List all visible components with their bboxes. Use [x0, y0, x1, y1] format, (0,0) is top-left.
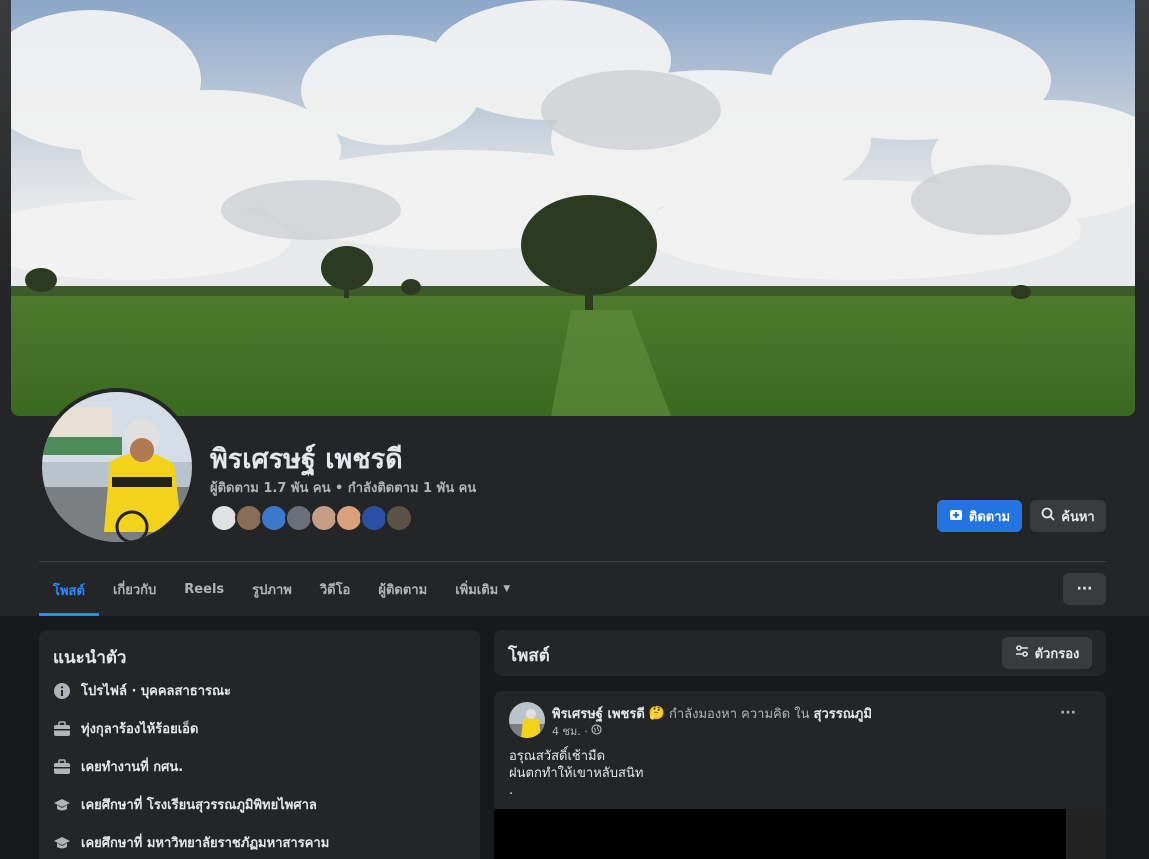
post-text-line: ฝนตกทำให้เขาหลับสนิท: [509, 766, 644, 781]
tab-more[interactable]: เพิ่มเติม ▼: [441, 568, 524, 610]
filter-button[interactable]: ตัวกรอง: [1002, 637, 1092, 669]
post-author-name[interactable]: พิรเศรษฐ์ เพชรดี: [552, 703, 645, 724]
search-button[interactable]: ค้นหา: [1030, 500, 1106, 532]
posts-title: โพสต์: [508, 646, 550, 666]
intro-item: เคยทำงานที่ กศน.: [53, 756, 183, 777]
briefcase-icon: [53, 720, 71, 738]
thinking-emoji-icon: 🤔: [648, 706, 665, 721]
globe-icon: [591, 724, 602, 738]
following-count-link[interactable]: กำลังติดตาม 1 พัน คน: [348, 481, 476, 496]
more-options-button[interactable]: ···: [1063, 573, 1106, 605]
follow-button-label: ติดตาม: [968, 509, 1011, 525]
filter-button-label: ตัวกรอง: [1034, 646, 1080, 662]
post-media[interactable]: [494, 809, 1106, 859]
intro-item-text: ทุ่งกุลาร้องไห้ร้อยเอ็ด: [81, 722, 199, 737]
intro-item-text: เคยทำงานที่ กศน.: [81, 760, 184, 775]
stats-separator: •: [335, 481, 344, 496]
post-text-line: .: [509, 783, 514, 798]
post-card: พิรเศรษฐ์ เพชรดี 🤔 กำลังมองหา ความคิด ใน…: [494, 691, 1106, 859]
header-divider: [39, 561, 1106, 562]
follower-avatar[interactable]: [285, 504, 313, 532]
follow-plus-icon: [949, 507, 963, 525]
intro-item: โปรไฟล์ · บุคคลสาธารณะ: [53, 680, 231, 701]
intro-item-text: เคยศึกษาที่ โรงเรียนสุวรรณภูมิพิทยไพศาล: [81, 798, 317, 813]
follower-avatar[interactable]: [235, 504, 263, 532]
graduation-cap-icon: [53, 796, 71, 814]
tab-posts[interactable]: โพสต์: [39, 568, 99, 616]
info-icon: [53, 682, 71, 700]
follower-avatar[interactable]: [360, 504, 388, 532]
post-feeling: กำลังมองหา ความคิด ใน: [668, 707, 810, 722]
tab-label: รูปภาพ: [252, 582, 292, 598]
tab-about[interactable]: เกี่ยวกับ: [99, 568, 170, 610]
intro-title: แนะนำตัว: [53, 648, 127, 668]
intro-item: เคยศึกษาที่ โรงเรียนสุวรรณภูมิพิทยไพศาล: [53, 794, 317, 815]
tab-label: วิดีโอ: [319, 582, 351, 598]
tab-label: เพิ่มเติม: [455, 582, 499, 598]
intro-card: แนะนำตัว โปรไฟล์ · บุคคลสาธารณะ ทุ่งกุลา…: [39, 630, 480, 859]
tab-label: เกี่ยวกับ: [112, 582, 157, 598]
cover-photo[interactable]: [11, 0, 1135, 416]
intro-item: ทุ่งกุลาร้องไห้ร้อยเอ็ด: [53, 718, 198, 739]
search-icon: [1041, 507, 1055, 525]
intro-item-text: เคยศึกษาที่ มหาวิทยาลัยราชภัฏมหาสารคาม: [81, 836, 330, 851]
search-button-label: ค้นหา: [1061, 509, 1095, 525]
profile-avatar[interactable]: [38, 388, 196, 546]
graduation-cap-icon: [53, 834, 71, 852]
followers-count-link[interactable]: ผู้ติดตาม 1.7 พัน คน: [210, 481, 330, 496]
post-time-text[interactable]: 4 ชม. ·: [552, 722, 588, 740]
post-author-line: พิรเศรษฐ์ เพชรดี 🤔 กำลังมองหา ความคิด ใน…: [552, 703, 872, 724]
caret-down-icon: ▼: [503, 584, 511, 594]
post-media-next-preview: [1066, 809, 1106, 859]
tab-label: Reels: [184, 581, 225, 597]
post-location[interactable]: สุวรรณภูมิ: [814, 703, 872, 724]
follower-avatar[interactable]: [260, 504, 288, 532]
tab-followers[interactable]: ผู้ติดตาม: [364, 568, 441, 610]
follower-avatar[interactable]: [310, 504, 338, 532]
post-timestamp: 4 ชม. ·: [552, 722, 602, 740]
follower-avatar[interactable]: [385, 504, 413, 532]
posts-header-card: โพสต์ ตัวกรอง: [494, 630, 1106, 676]
post-author-avatar[interactable]: [509, 702, 545, 738]
filter-icon: [1015, 644, 1029, 662]
profile-tabs: โพสต์ เกี่ยวกับ Reels รูปภาพ วิดีโอ ผู้ต…: [39, 568, 524, 616]
briefcase-icon: [53, 758, 71, 776]
intro-item: เคยศึกษาที่ มหาวิทยาลัยราชภัฏมหาสารคาม: [53, 832, 329, 853]
follower-avatars: [210, 504, 413, 532]
follow-button[interactable]: ติดตาม: [937, 500, 1022, 532]
post-text-line: อรุณสวัสดิ์เช้ามืด: [509, 749, 606, 764]
tab-photos[interactable]: รูปภาพ: [238, 568, 306, 610]
post-text: อรุณสวัสดิ์เช้ามืด ฝนตกทำให้เขาหลับสนิท …: [509, 748, 643, 799]
intro-item-text: โปรไฟล์ · บุคคลสาธารณะ: [81, 684, 232, 699]
tab-label: ผู้ติดตาม: [378, 582, 428, 598]
tab-label: โพสต์: [53, 584, 85, 599]
profile-name: พิรเศรษฐ์ เพชรดี: [210, 444, 403, 475]
follow-stats: ผู้ติดตาม 1.7 พัน คน • กำลังติดตาม 1 พัน…: [210, 477, 476, 498]
post-menu-button[interactable]: ···: [1060, 705, 1076, 721]
follower-avatar[interactable]: [335, 504, 363, 532]
tab-videos[interactable]: วิดีโอ: [306, 568, 365, 610]
follower-avatar[interactable]: [210, 504, 238, 532]
tab-reels[interactable]: Reels: [170, 568, 238, 610]
